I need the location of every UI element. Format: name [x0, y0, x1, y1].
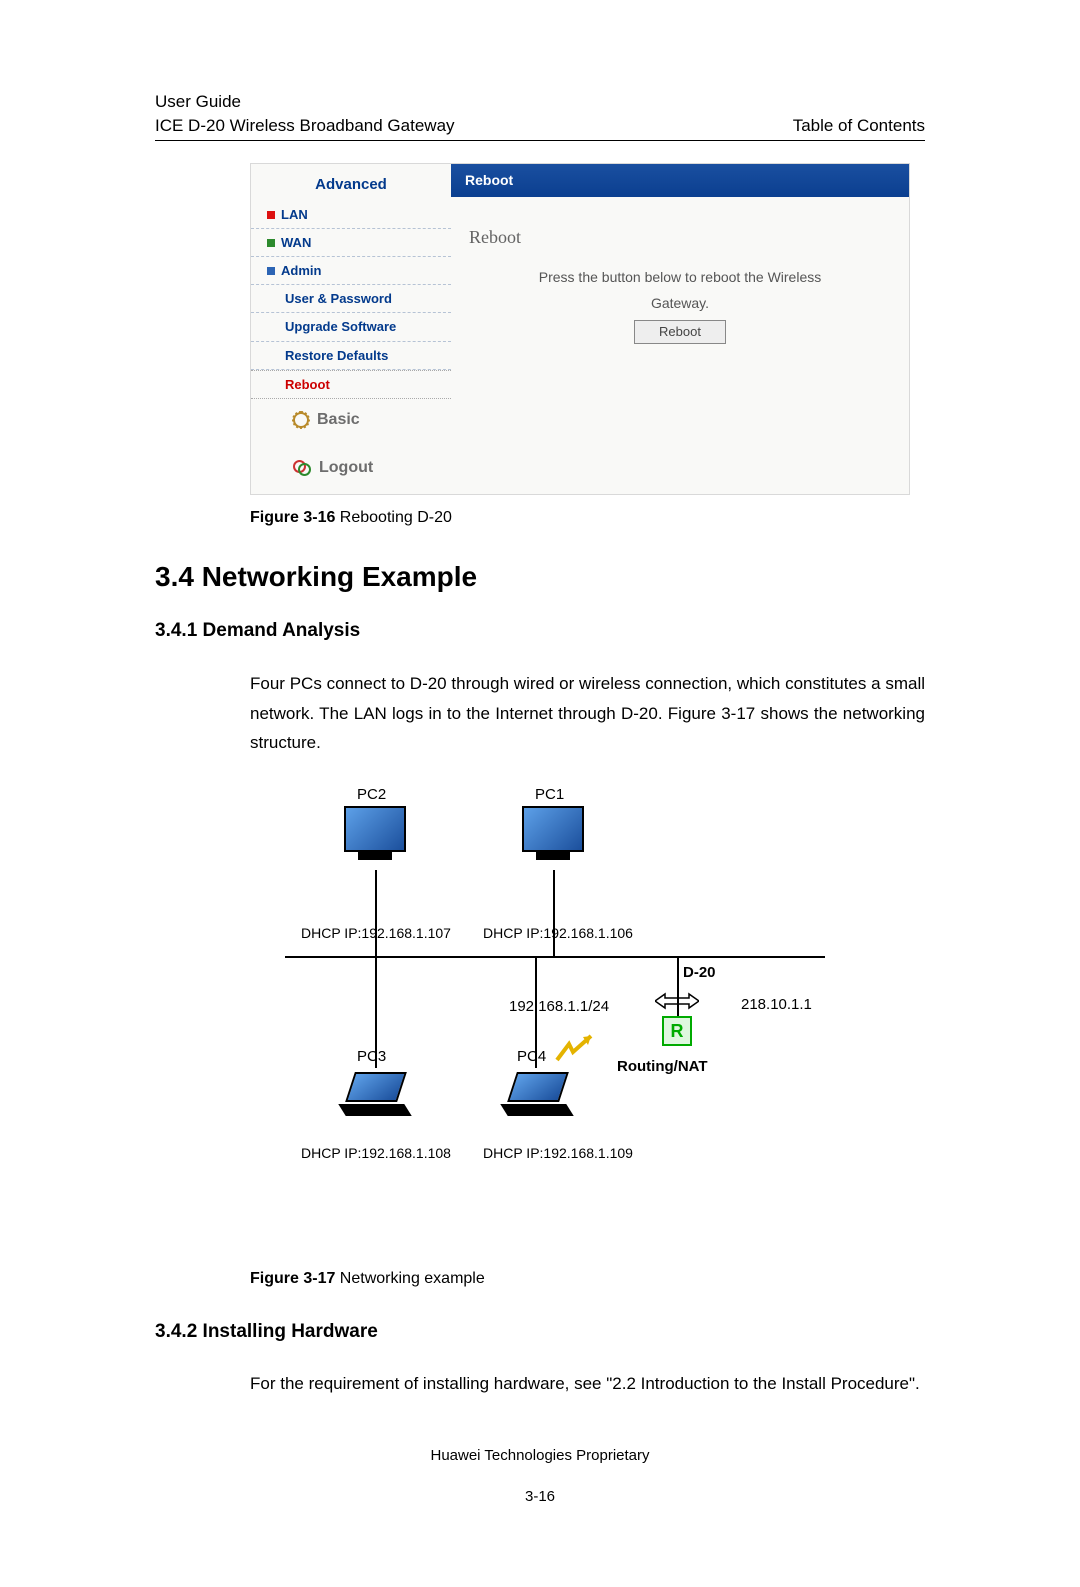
- section-3-4-heading: 3.4 Networking Example: [155, 557, 925, 596]
- device-label: ICE D-20 Wireless Broadband Gateway: [155, 114, 455, 138]
- gateway-ip: 192.168.1.1/24: [509, 996, 609, 1017]
- bus-line: [285, 956, 825, 958]
- connector-line: [375, 956, 377, 1068]
- section-3-4-2-heading: 3.4.2 Installing Hardware: [155, 1319, 925, 1346]
- sidebar-item-wan[interactable]: WAN: [251, 229, 451, 257]
- square-icon: [267, 211, 275, 219]
- page-header: User Guide ICE D-20 Wireless Broadband G…: [155, 90, 925, 141]
- sidebar-logout-link[interactable]: Logout: [251, 439, 451, 493]
- header-left: User Guide ICE D-20 Wireless Broadband G…: [155, 90, 455, 138]
- footer-text: Huawei Technologies Proprietary: [155, 1445, 925, 1466]
- section-3-4-1-heading: 3.4.1 Demand Analysis: [155, 618, 925, 645]
- gear-icon: [293, 412, 309, 428]
- network-diagram: PC2 PC1 DHCP IP:192.168.1.107 DHCP IP:19…: [285, 784, 825, 1264]
- toc-label: Table of Contents: [793, 114, 925, 138]
- ui-desc-line1: Press the button below to reboot the Wir…: [469, 268, 891, 288]
- pc2-icon: [339, 806, 411, 852]
- reboot-screenshot: Advanced LAN WAN Admin User & Password U…: [250, 163, 910, 495]
- connector-line: [535, 956, 537, 1068]
- ui-main-panel: Reboot Reboot Press the button below to …: [451, 164, 909, 494]
- sidebar-item-upgrade[interactable]: Upgrade Software: [251, 313, 451, 341]
- installing-hardware-text: For the requirement of installing hardwa…: [250, 1369, 925, 1399]
- ui-body: Reboot Press the button below to reboot …: [451, 197, 909, 384]
- ui-heading: Reboot: [469, 225, 891, 250]
- pc4-label: PC4: [517, 1046, 546, 1067]
- square-icon: [267, 267, 275, 275]
- sidebar-item-lan[interactable]: LAN: [251, 201, 451, 229]
- pc2-ip: DHCP IP:192.168.1.107: [301, 924, 451, 944]
- sidebar-item-userpw[interactable]: User & Password: [251, 285, 451, 313]
- connector-line: [677, 956, 679, 1016]
- reboot-button[interactable]: Reboot: [634, 320, 726, 344]
- lightning-icon: [555, 1034, 593, 1064]
- pc3-ip: DHCP IP:192.168.1.108: [301, 1144, 451, 1164]
- figure-3-16-caption: Figure 3-16 Rebooting D-20: [250, 507, 925, 529]
- logout-icon: [293, 460, 311, 476]
- ui-desc-line2: Gateway.: [469, 294, 891, 314]
- wan-ip: 218.10.1.1: [741, 994, 812, 1015]
- pc1-label: PC1: [535, 784, 564, 805]
- pc1-ip: DHCP IP:192.168.1.106: [483, 924, 633, 944]
- sidebar-title: Advanced: [251, 164, 451, 201]
- sidebar-item-reboot[interactable]: Reboot: [251, 370, 451, 399]
- sidebar-item-restore[interactable]: Restore Defaults: [251, 342, 451, 370]
- ui-sidebar: Advanced LAN WAN Admin User & Password U…: [251, 164, 451, 494]
- page-number: 3-16: [155, 1486, 925, 1507]
- figure-3-17-caption: Figure 3-17 Networking example: [250, 1268, 925, 1290]
- router-icon: R: [662, 1016, 692, 1046]
- square-icon: [267, 239, 275, 247]
- pc1-icon: [517, 806, 589, 852]
- d20-label: D-20: [683, 962, 716, 983]
- sidebar-basic-link[interactable]: Basic: [251, 399, 451, 439]
- ui-title-bar: Reboot: [451, 164, 909, 198]
- pc3-icon: [339, 1072, 411, 1114]
- pc2-label: PC2: [357, 784, 386, 805]
- pc3-label: PC3: [357, 1046, 386, 1067]
- guide-label: User Guide: [155, 90, 455, 114]
- demand-analysis-text: Four PCs connect to D-20 through wired o…: [250, 669, 925, 758]
- routing-nat-label: Routing/NAT: [617, 1056, 708, 1077]
- pc4-ip: DHCP IP:192.168.1.109: [483, 1144, 633, 1164]
- pc4-icon: [501, 1072, 573, 1114]
- sidebar-item-admin[interactable]: Admin: [251, 257, 451, 285]
